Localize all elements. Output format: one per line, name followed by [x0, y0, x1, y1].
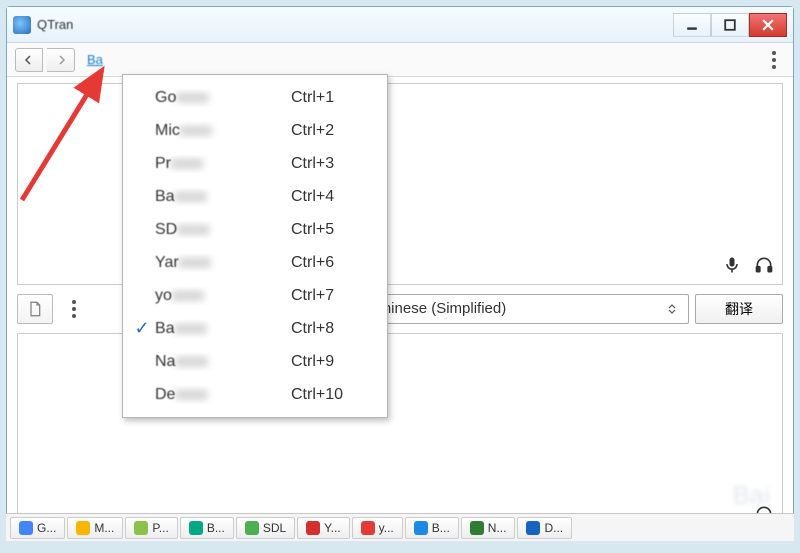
close-icon: [762, 19, 774, 31]
menu-item-label: Goxxxx: [155, 89, 291, 107]
menu-item-label: yoxxxx: [155, 287, 291, 305]
task-tab-label: G...: [37, 521, 56, 535]
service-icon: [76, 521, 90, 535]
titlebar: QTran: [7, 7, 793, 43]
service-icon: [134, 521, 148, 535]
minimize-button[interactable]: [673, 13, 711, 37]
toolbar-menu-button[interactable]: [763, 49, 785, 71]
menu-item-shortcut: Ctrl+10: [291, 386, 377, 404]
task-tab-label: P...: [152, 521, 168, 535]
service-icon: [414, 521, 428, 535]
service-icon: [306, 521, 320, 535]
task-tab[interactable]: SDL: [236, 517, 295, 539]
menu-item-shortcut: Ctrl+2: [291, 122, 377, 140]
service-icon: [189, 521, 203, 535]
forward-button[interactable]: [47, 48, 75, 72]
menu-item-label: Yarxxxx: [155, 254, 291, 272]
task-tab[interactable]: N...: [461, 517, 516, 539]
maximize-icon: [724, 19, 736, 31]
menu-item-shortcut: Ctrl+6: [291, 254, 377, 272]
service-menu-item[interactable]: GoxxxxCtrl+1: [123, 81, 387, 114]
task-tab[interactable]: P...: [125, 517, 177, 539]
menu-item-shortcut: Ctrl+1: [291, 89, 377, 107]
task-tab-label: y...: [379, 521, 394, 535]
menu-item-label: Naxxxx: [155, 353, 291, 371]
service-taskbar: G... M... P... B... SDL Y... y... B... N... D...: [6, 513, 794, 541]
task-tab-label: B...: [432, 521, 450, 535]
menu-item-shortcut: Ctrl+8: [291, 320, 377, 338]
task-tab-label: B...: [207, 521, 225, 535]
menu-item-label: Dexxxx: [155, 386, 291, 404]
task-tab-label: N...: [488, 521, 507, 535]
window-title: QTran: [37, 17, 73, 32]
select-updown-icon: [666, 303, 678, 315]
task-tab-label: M...: [94, 521, 114, 535]
service-menu-item[interactable]: DexxxxCtrl+10: [123, 378, 387, 411]
mid-menu-button[interactable]: [63, 298, 85, 320]
service-icon: [470, 521, 484, 535]
service-icon: [245, 521, 259, 535]
task-tab[interactable]: D...: [517, 517, 572, 539]
maximize-button[interactable]: [711, 13, 749, 37]
service-menu-item[interactable]: NaxxxxCtrl+9: [123, 345, 387, 378]
checkmark-icon: ✓: [129, 318, 155, 339]
language-select-value: Chinese (Simplified): [372, 300, 506, 317]
menu-item-shortcut: Ctrl+9: [291, 353, 377, 371]
service-icon: [526, 521, 540, 535]
service-icon: [19, 521, 33, 535]
close-button[interactable]: [749, 13, 787, 37]
headphones-icon[interactable]: [754, 255, 774, 278]
new-document-button[interactable]: [17, 294, 53, 324]
task-tab[interactable]: M...: [67, 517, 123, 539]
task-tab-label: SDL: [263, 521, 286, 535]
service-dropdown-menu: GoxxxxCtrl+1MicxxxxCtrl+2PrxxxxCtrl+3Bax…: [122, 74, 388, 418]
service-menu-item[interactable]: ✓BaxxxxCtrl+8: [123, 312, 387, 345]
toolbar: Ba: [7, 43, 793, 77]
menu-item-shortcut: Ctrl+3: [291, 155, 377, 173]
app-icon: [13, 16, 31, 34]
kebab-dot-icon: [772, 51, 776, 55]
minimize-icon: [686, 19, 698, 31]
service-menu-item[interactable]: BaxxxxCtrl+4: [123, 180, 387, 213]
task-tab[interactable]: G...: [10, 517, 65, 539]
task-tab[interactable]: B...: [180, 517, 234, 539]
menu-item-label: Baxxxx: [155, 320, 291, 338]
menu-item-label: SDxxxx: [155, 221, 291, 239]
task-tab[interactable]: y...: [352, 517, 403, 539]
document-icon: [27, 301, 43, 317]
service-menu-item[interactable]: PrxxxxCtrl+3: [123, 147, 387, 180]
menu-item-shortcut: Ctrl+5: [291, 221, 377, 239]
chevron-right-icon: [56, 55, 66, 65]
back-button[interactable]: [15, 48, 43, 72]
task-tab-label: Y...: [324, 521, 340, 535]
task-tab-label: D...: [544, 521, 563, 535]
chevron-left-icon: [24, 55, 34, 65]
window-controls: [673, 13, 787, 37]
service-menu-item[interactable]: SDxxxxCtrl+5: [123, 213, 387, 246]
menu-item-shortcut: Ctrl+7: [291, 287, 377, 305]
service-icon: [361, 521, 375, 535]
service-menu-item[interactable]: MicxxxxCtrl+2: [123, 114, 387, 147]
task-tab[interactable]: B...: [405, 517, 459, 539]
menu-item-shortcut: Ctrl+4: [291, 188, 377, 206]
translate-button[interactable]: 翻译: [695, 294, 783, 324]
menu-item-label: Baxxxx: [155, 188, 291, 206]
task-tab[interactable]: Y...: [297, 517, 349, 539]
menu-item-label: Prxxxx: [155, 155, 291, 173]
target-language-select[interactable]: Chinese (Simplified): [361, 294, 689, 324]
service-menu-item[interactable]: yoxxxxCtrl+7: [123, 279, 387, 312]
service-dropdown-label[interactable]: Ba: [87, 52, 103, 67]
service-menu-item[interactable]: YarxxxxCtrl+6: [123, 246, 387, 279]
menu-item-label: Micxxxx: [155, 122, 291, 140]
microphone-icon[interactable]: [722, 255, 742, 278]
